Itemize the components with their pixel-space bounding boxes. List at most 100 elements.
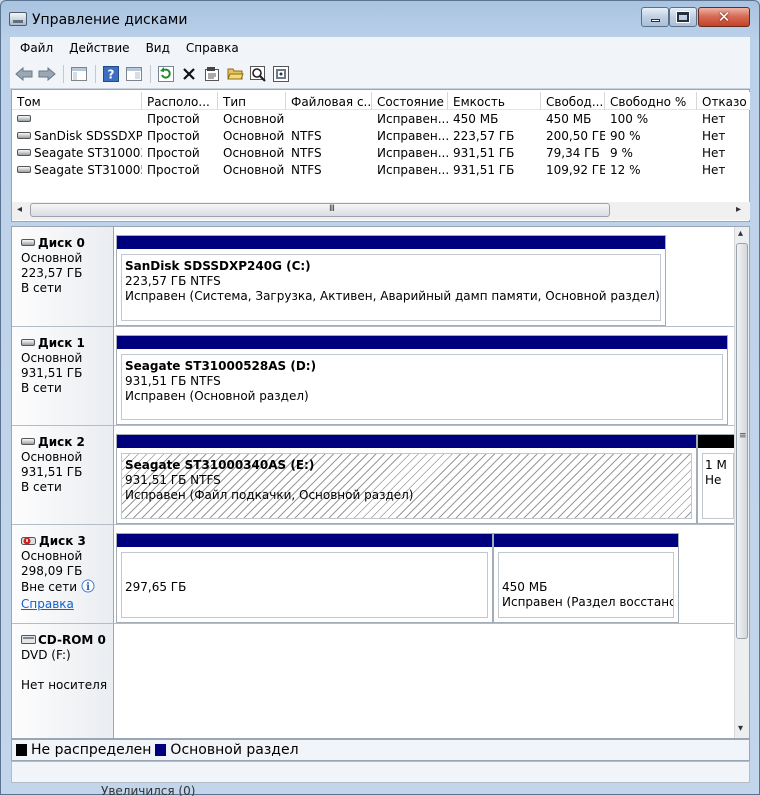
menu-action[interactable]: Действие	[69, 41, 129, 55]
volume-disk-icon	[17, 166, 31, 173]
volume-percent-free-cell: 9 %	[610, 146, 633, 160]
close-button[interactable]: ✕	[698, 7, 750, 27]
disk-0-partitions: SanDisk SDSSDXP240G (C:) 223,57 ГБ NTFS …	[114, 227, 734, 327]
legend-primary-partition: Основной раздел	[170, 742, 299, 758]
primary-partition-bar	[117, 236, 665, 249]
disk-icon	[21, 339, 35, 346]
disk-3-help-link[interactable]: Справка	[21, 597, 74, 611]
partition-e[interactable]: Seagate ST31000340AS (E:) 931,51 ГБ NTFS…	[116, 434, 697, 524]
partition-recovery-size: 450 МБ	[502, 580, 548, 594]
unallocated-state: Не	[705, 473, 722, 487]
disk-1-partitions: Seagate ST31000528AS (D:) 931,51 ГБ NTFS…	[114, 327, 734, 426]
window-title: Управление дисками	[32, 12, 188, 28]
scroll-down-arrow-icon[interactable]: ▾	[738, 723, 743, 734]
primary-partition-bar	[117, 435, 696, 448]
volume-row[interactable]: Seagate ST310003... Простой Основной NTF…	[12, 144, 750, 161]
disk-graph-panel: Диск 0 Основной 223,57 ГБ В сети SanDisk…	[11, 226, 750, 739]
disk-0-label[interactable]: Диск 0 Основной 223,57 ГБ В сети	[12, 227, 114, 327]
info-icon[interactable]: i	[81, 579, 95, 593]
primary-partition-bar	[494, 534, 678, 547]
open-icon[interactable]	[225, 64, 245, 84]
explore-icon[interactable]	[248, 64, 268, 84]
volume-layout-cell: Простой	[147, 163, 200, 177]
menu-help[interactable]: Справка	[186, 41, 239, 55]
back-arrow-icon[interactable]	[14, 64, 34, 84]
unallocated-swatch	[16, 744, 27, 756]
volume-disk-icon	[17, 149, 31, 156]
disk-2-partitions: Seagate ST31000340AS (E:) 931,51 ГБ NTFS…	[114, 426, 734, 525]
volume-list-horizontal-scrollbar[interactable]: ◂ III ▸	[12, 202, 750, 220]
volume-free-cell: 109,92 ГБ	[546, 163, 605, 177]
title-bar[interactable]: Управление дисками ✕	[1, 1, 760, 37]
volume-percent-free-cell: 12 %	[610, 163, 641, 177]
delete-icon[interactable]	[179, 64, 199, 84]
properties-panel-icon[interactable]	[124, 64, 144, 84]
scroll-left-arrow-icon[interactable]: ◂	[17, 204, 22, 215]
partition-297gb[interactable]: 297,65 ГБ	[116, 533, 493, 623]
svg-text:?: ?	[108, 67, 115, 81]
unallocated-info: 1 М Не	[702, 453, 734, 519]
primary-partition-bar	[117, 534, 492, 547]
disk-graph-vertical-scrollbar[interactable]: ▴ ≡ ▾	[734, 227, 749, 738]
column-header-percent-free[interactable]: Свободно %	[605, 92, 697, 110]
volume-type-cell: Основной	[223, 129, 285, 143]
scroll-up-arrow-icon[interactable]: ▴	[738, 228, 743, 239]
disk-0-name: Диск 0	[38, 236, 85, 250]
partition-e-fs: 931,51 ГБ NTFS	[125, 473, 221, 487]
column-header-filesystem[interactable]: Файловая с...	[286, 92, 372, 110]
partition-recovery-info: 450 МБ Исправен (Раздел восстановле	[498, 552, 674, 618]
column-header-volume[interactable]: Том	[12, 92, 142, 110]
scroll-right-arrow-icon[interactable]: ▸	[736, 204, 741, 215]
volume-fault-tolerance-cell: Нет	[702, 112, 726, 126]
forward-arrow-icon[interactable]	[37, 64, 57, 84]
volume-row[interactable]: SanDisk SDSSDXP2... Простой Основной NTF…	[12, 127, 750, 144]
volume-layout-cell: Простой	[147, 146, 200, 160]
console-tree-icon[interactable]	[69, 64, 89, 84]
column-header-free-space[interactable]: Свобод...	[541, 92, 605, 110]
vertical-scroll-thumb[interactable]: ≡	[736, 243, 748, 639]
unallocated-bar	[698, 435, 734, 448]
disk-2-label[interactable]: Диск 2 Основной 931,51 ГБ В сети	[12, 426, 114, 525]
toolbar-separator	[95, 64, 96, 83]
cdrom-0-label[interactable]: CD-ROM 0 DVD (F:) Нет носителя	[12, 624, 114, 738]
column-header-type[interactable]: Тип	[218, 92, 286, 110]
partition-recovery-state: Исправен (Раздел восстановле	[502, 595, 673, 609]
volume-name-cell: Seagate ST310003...	[12, 144, 142, 161]
volume-row[interactable]: Seagate ST310005... Простой Основной NTF…	[12, 161, 750, 178]
minimize-button[interactable]	[641, 7, 669, 27]
partition-d[interactable]: Seagate ST31000528AS (D:) 931,51 ГБ NTFS…	[116, 335, 728, 425]
volume-fs-cell: NTFS	[291, 163, 322, 177]
disk-icon	[21, 438, 35, 445]
volume-status-cell: Исправен...	[377, 112, 448, 126]
properties-icon[interactable]	[202, 64, 222, 84]
volume-name-cell	[12, 110, 142, 127]
volume-row[interactable]: Простой Основной Исправен... 450 МБ 450 …	[12, 110, 750, 127]
column-header-layout[interactable]: Располо...	[142, 92, 218, 110]
volume-capacity-cell: 931,51 ГБ	[453, 146, 515, 160]
volume-capacity-cell: 931,51 ГБ	[453, 163, 515, 177]
refresh-icon[interactable]	[156, 64, 176, 84]
partition-recovery[interactable]: 450 МБ Исправен (Раздел восстановле	[493, 533, 679, 623]
unallocated-partition[interactable]: 1 М Не	[697, 434, 734, 524]
disk-1-label[interactable]: Диск 1 Основной 931,51 ГБ В сети	[12, 327, 114, 426]
column-header-capacity[interactable]: Емкость	[448, 92, 541, 110]
volume-type-cell: Основной	[223, 163, 285, 177]
disk-2-size: 931,51 ГБ	[21, 465, 83, 479]
partition-297gb-size: 297,65 ГБ	[125, 580, 187, 594]
maximize-button[interactable]	[669, 7, 697, 27]
horizontal-scroll-thumb[interactable]: III	[30, 203, 610, 217]
column-header-status[interactable]: Состояние	[372, 92, 448, 110]
settings-icon[interactable]	[271, 64, 291, 84]
volume-fs-cell	[286, 110, 372, 127]
disk-3-label[interactable]: Диск 3 Основной 298,09 ГБ Вне сети i Спр…	[12, 525, 114, 624]
partition-c[interactable]: SanDisk SDSSDXP240G (C:) 223,57 ГБ NTFS …	[116, 235, 666, 326]
disk-management-window: Управление дисками ✕ Файл Действие Вид С…	[0, 0, 760, 796]
menu-view[interactable]: Вид	[146, 41, 170, 55]
disk-0-type: Основной	[21, 251, 83, 265]
help-icon[interactable]: ?	[101, 64, 121, 84]
column-header-fault-tolerance[interactable]: Отказо	[697, 92, 750, 110]
menu-file[interactable]: Файл	[20, 41, 53, 55]
disk-offline-icon	[21, 537, 36, 545]
partition-e-info: Seagate ST31000340AS (E:) 931,51 ГБ NTFS…	[121, 453, 692, 519]
disk-1-size: 931,51 ГБ	[21, 366, 83, 380]
